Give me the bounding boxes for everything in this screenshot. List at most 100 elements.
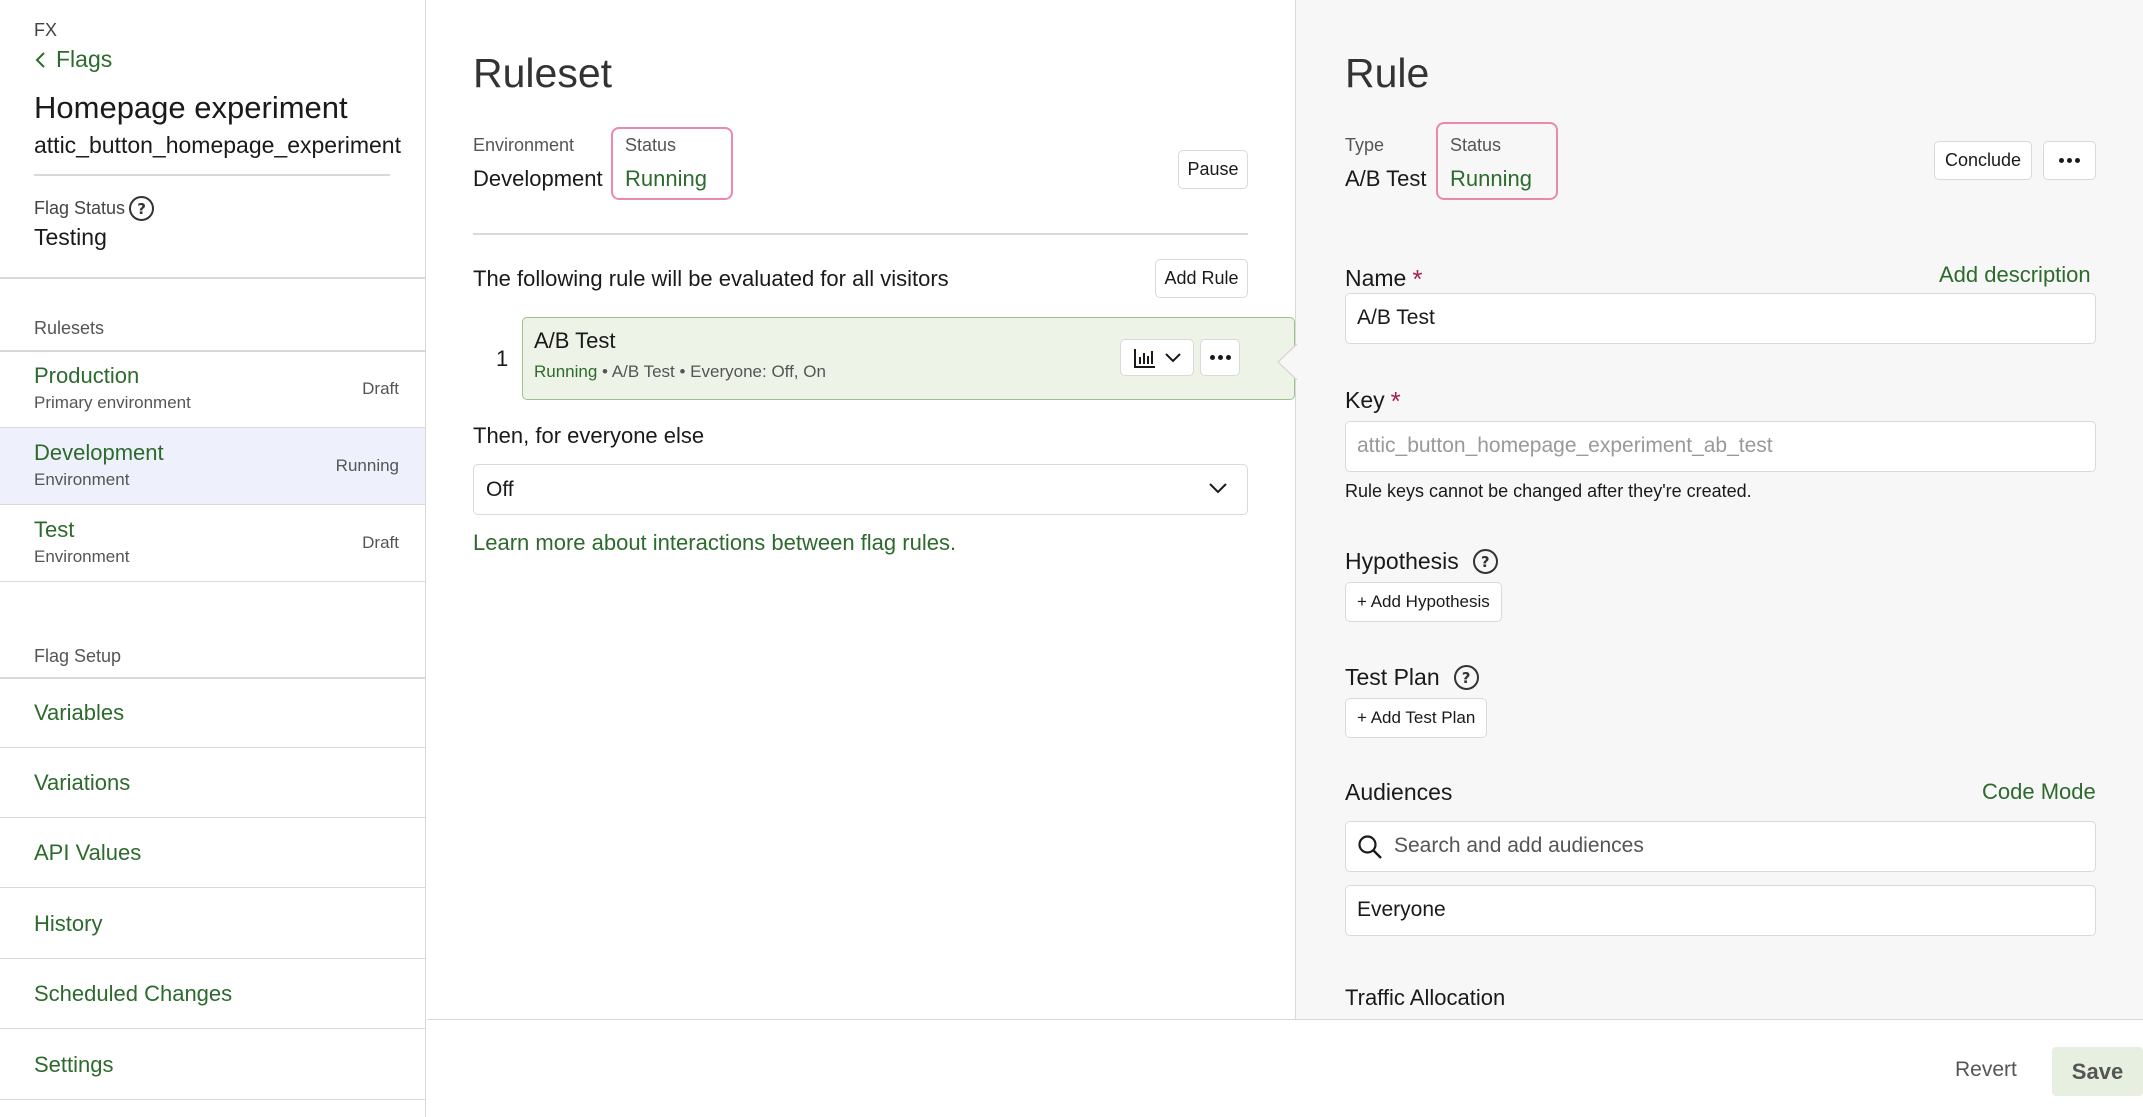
ruleset-title: Ruleset: [473, 50, 613, 96]
setup-item-label: Settings: [34, 1052, 114, 1077]
chevron-left-icon: [35, 51, 45, 68]
environment-value: Development: [473, 166, 603, 191]
ruleset-status-label: Status: [625, 135, 677, 155]
help-icon[interactable]: ?: [129, 196, 155, 221]
hypothesis-label-text: Hypothesis: [1345, 548, 1459, 574]
test-plan-label-text: Test Plan: [1345, 664, 1440, 690]
more-icon: [2059, 158, 2080, 163]
rule-title: Rule: [1345, 50, 1430, 96]
ruleset-name: Production: [34, 363, 140, 388]
setup-item-label: History: [34, 911, 103, 936]
add-hypothesis-button[interactable]: + Add Hypothesis: [1345, 582, 1502, 622]
setup-item-variations[interactable]: Variations: [0, 748, 425, 818]
rule-card-title: A/B Test: [534, 328, 616, 353]
key-label-text: Key: [1345, 387, 1385, 413]
traffic-allocation-label: Traffic Allocation: [1345, 985, 1506, 1010]
rule-panel-more-button[interactable]: [2043, 141, 2096, 180]
bar-chart-icon: [1134, 348, 1155, 368]
breadcrumb-project: FX: [34, 20, 58, 40]
setup-item-variables[interactable]: Variables: [0, 678, 425, 748]
type-value: A/B Test: [1345, 166, 1427, 191]
flag-status-label: Flag Status ?: [34, 196, 155, 221]
rule-status-value: Running: [1450, 166, 1532, 191]
ruleset-item-production[interactable]: Production Primary environment Draft: [0, 351, 425, 428]
code-mode-link[interactable]: Code Mode: [1982, 779, 2096, 805]
save-button[interactable]: Save: [2052, 1047, 2143, 1096]
add-test-plan-button[interactable]: + Add Test Plan: [1345, 698, 1488, 738]
rule-card-details: • A/B Test • Everyone: Off, On: [597, 362, 826, 381]
evaluation-description: The following rule will be evaluated for…: [473, 266, 949, 291]
type-label: Type: [1345, 135, 1385, 155]
add-description-link[interactable]: Add description: [1939, 262, 2091, 288]
ruleset-item-development[interactable]: Development Environment Running: [0, 428, 425, 505]
ruleset-status: Draft: [362, 533, 399, 552]
rule-card-meta: Running • A/B Test • Everyone: Off, On: [534, 362, 826, 382]
audience-list: Everyone: [1345, 885, 2096, 936]
ruleset-status: Running: [335, 456, 399, 475]
everyone-else-label: Then, for everyone else: [473, 423, 705, 448]
rule-status-label: Status: [1450, 135, 1502, 155]
results-dropdown-button[interactable]: [1120, 339, 1194, 376]
ruleset-item-test[interactable]: Test Environment Draft: [0, 505, 425, 582]
pause-button[interactable]: Pause: [1178, 150, 1248, 189]
ruleset-status: Draft: [362, 379, 399, 398]
key-input-value: attic_button_homepage_experiment_ab_test: [1357, 434, 1773, 457]
panel-pointer: [1276, 344, 1298, 380]
setup-item-history[interactable]: History: [0, 889, 425, 959]
chevron-down-icon: [1165, 352, 1181, 362]
revert-button[interactable]: Revert: [1955, 1058, 2017, 1082]
help-icon[interactable]: ?: [1453, 665, 1479, 690]
help-icon[interactable]: ?: [1472, 549, 1498, 574]
key-input: attic_button_homepage_experiment_ab_test: [1345, 421, 2096, 472]
divider: [0, 277, 426, 279]
conclude-button[interactable]: Conclude: [1934, 141, 2032, 180]
required-asterisk: *: [1412, 264, 1423, 294]
divider: [34, 174, 390, 176]
setup-item-api-values[interactable]: API Values: [0, 818, 425, 888]
name-input[interactable]: A/B Test: [1345, 293, 2096, 344]
rule-panel: Rule Type A/B Test Status Running Conclu…: [1276, 0, 2143, 1020]
sidebar: FX Flags Homepage experiment attic_butto…: [0, 0, 426, 1117]
rule-more-button[interactable]: [1200, 339, 1240, 376]
flag-status-value: Testing: [34, 224, 107, 250]
required-asterisk: *: [1390, 386, 1401, 416]
more-icon: [1209, 355, 1231, 360]
test-plan-label: Test Plan ?: [1345, 664, 1479, 691]
rulesets-heading: Rulesets: [34, 318, 105, 338]
audience-search-placeholder: Search and add audiences: [1394, 834, 1644, 857]
ruleset-name: Development: [34, 440, 164, 465]
rule-card[interactable]: A/B Test Running • A/B Test • Everyone: …: [522, 317, 1295, 400]
name-label-text: Name: [1345, 265, 1407, 291]
setup-item-label: Variations: [34, 770, 131, 795]
rule-card-status: Running: [534, 362, 598, 381]
environment-label: Environment: [473, 135, 575, 155]
hypothesis-label: Hypothesis ?: [1345, 548, 1498, 575]
key-label: Key *: [1345, 384, 1401, 416]
footer-bar: Revert Save: [427, 1019, 2143, 1117]
setup-item-scheduled-changes[interactable]: Scheduled Changes: [0, 959, 425, 1029]
audience-item: Everyone: [1357, 898, 1446, 921]
name-label: Name *: [1345, 262, 1423, 294]
audience-search-input[interactable]: Search and add audiences: [1345, 821, 2096, 872]
setup-item-label: Scheduled Changes: [34, 981, 233, 1006]
setup-item-settings[interactable]: Settings: [0, 1030, 425, 1100]
flag-setup-heading: Flag Setup: [34, 646, 122, 666]
flag-title: Homepage experiment: [34, 90, 348, 125]
everyone-else-value: Off: [486, 478, 514, 501]
search-icon: [1358, 835, 1382, 859]
key-help-text: Rule keys cannot be changed after they'r…: [1345, 481, 1752, 501]
flag-key: attic_button_homepage_experiment: [34, 132, 401, 158]
rule-number: 1: [496, 346, 509, 371]
setup-item-label: Variables: [34, 700, 125, 725]
add-rule-button[interactable]: Add Rule: [1155, 259, 1248, 298]
chevron-down-icon: [1209, 483, 1227, 494]
ruleset-subtitle: Environment: [34, 470, 130, 489]
everyone-else-select[interactable]: Off: [473, 464, 1248, 515]
ruleset-name: Test: [34, 517, 75, 542]
name-input-value: A/B Test: [1357, 306, 1435, 329]
back-to-flags-link[interactable]: Flags: [34, 46, 112, 73]
flag-status-label-text: Flag Status: [34, 198, 126, 218]
learn-more-link[interactable]: Learn more about interactions between fl…: [473, 530, 956, 556]
audiences-label: Audiences: [1345, 779, 1453, 805]
ruleset-subtitle: Environment: [34, 547, 130, 566]
